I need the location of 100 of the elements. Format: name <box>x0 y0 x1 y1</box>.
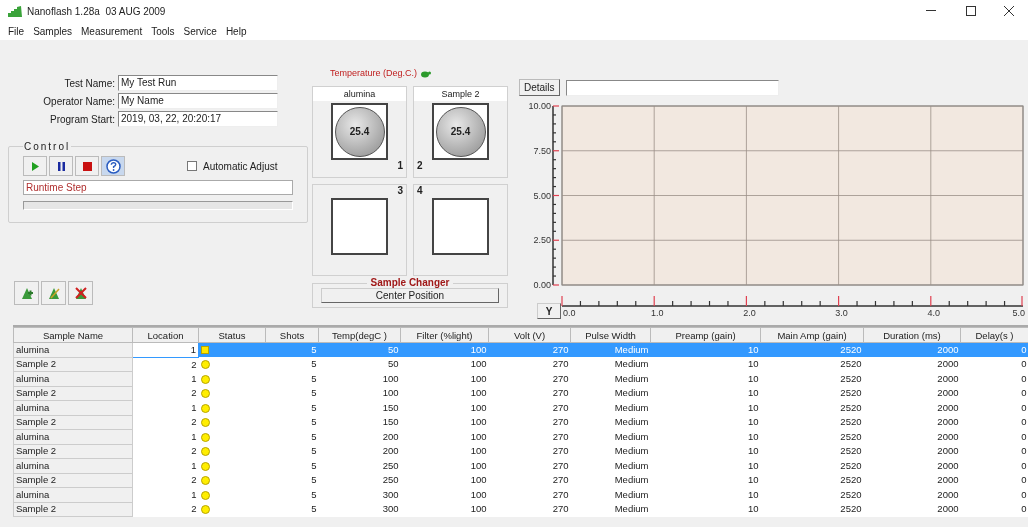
group-title: Sample Changer <box>369 278 451 288</box>
add-sample-button[interactable] <box>14 281 39 305</box>
table-cell: 2 <box>132 386 199 401</box>
status-square-icon <box>201 346 209 355</box>
table-cell: 300 <box>318 502 401 517</box>
table-cell: 0 <box>960 444 1028 459</box>
table-cell: Medium <box>570 444 651 459</box>
table-cell: 270 <box>488 415 571 430</box>
table-cell: 0 <box>960 502 1028 517</box>
stop-button[interactable] <box>75 156 99 176</box>
tick-label: 0.0 <box>563 308 576 318</box>
table-cell: 10 <box>650 415 761 430</box>
column-header[interactable]: Status <box>198 327 266 343</box>
text-field[interactable]: My Name <box>118 93 278 109</box>
table-cell: 2 <box>132 502 199 517</box>
table-cell: 0 <box>960 473 1028 488</box>
minimize-icon[interactable] <box>926 10 936 12</box>
close-icon[interactable] <box>1004 6 1014 16</box>
tile-label: Sample 2 <box>414 87 507 101</box>
table-cell: 2520 <box>760 502 864 517</box>
table-cell: 100 <box>318 386 401 401</box>
delete-sample-button[interactable] <box>68 281 93 305</box>
pause-icon <box>57 161 65 171</box>
menu-item[interactable]: Measurement <box>77 23 147 39</box>
table-cell: 100 <box>400 386 489 401</box>
window-title: Nanoflash 1.28a 03 AUG 2009 <box>27 4 166 19</box>
menu-item[interactable]: Service <box>179 23 221 39</box>
column-header[interactable]: Duration (ms) <box>863 327 961 343</box>
text-field[interactable]: My Test Run <box>118 75 278 91</box>
table-cell: 0 <box>960 357 1028 372</box>
details-field[interactable] <box>565 79 779 96</box>
table-cell: 150 <box>318 415 401 430</box>
table-cell: 10 <box>650 386 761 401</box>
column-header[interactable]: Pulse Width <box>570 327 651 343</box>
table-cell: 2520 <box>760 357 864 372</box>
menu-item[interactable]: Help <box>221 23 251 39</box>
table-cell: 5 <box>265 415 319 430</box>
details-button[interactable]: Details <box>519 79 560 96</box>
help-button[interactable] <box>101 156 125 176</box>
table-cell: 5 <box>265 386 319 401</box>
tick-label: 5.0 <box>1012 308 1025 318</box>
center-position-button[interactable]: Center Position <box>321 288 499 303</box>
table-cell: 2000 <box>863 357 961 372</box>
table-cell: 2000 <box>863 415 961 430</box>
tick-label: 4.0 <box>927 308 941 318</box>
y-button[interactable]: Y <box>537 303 561 319</box>
column-header[interactable]: Delay(s ) <box>960 327 1028 343</box>
column-header[interactable]: Temp(degC ) <box>318 327 401 343</box>
tick-label: 10.00 <box>528 101 551 111</box>
field-label: Test Name: <box>63 76 116 91</box>
position-number: 4 <box>417 185 423 196</box>
tick-label: 2.50 <box>533 235 551 246</box>
table-cell: 2520 <box>760 415 864 430</box>
text-field[interactable]: 2019, 03, 22, 20:20:17 <box>118 111 278 127</box>
table-cell: 10 <box>650 473 761 488</box>
table-cell: 2000 <box>863 502 961 517</box>
table-cell: 5 <box>265 502 319 517</box>
table-cell: 250 <box>318 473 401 488</box>
table-cell: 100 <box>400 502 489 517</box>
table-cell: 5 <box>265 473 319 488</box>
table-cell: 270 <box>488 473 571 488</box>
app-icon <box>8 5 22 17</box>
column-header[interactable]: Location <box>132 327 199 343</box>
table-cell: Medium <box>570 502 651 517</box>
position-number: 3 <box>397 185 403 196</box>
table-cell: 2000 <box>863 386 961 401</box>
menu-item[interactable]: Tools <box>147 23 179 39</box>
table-cell: 270 <box>488 444 571 459</box>
column-header[interactable]: Filter (%light) <box>400 327 489 343</box>
column-header[interactable]: Sample Name <box>13 327 133 343</box>
menu-item[interactable]: Samples <box>29 23 77 39</box>
table-cell: 270 <box>488 357 571 372</box>
position-number: 2 <box>417 160 423 171</box>
table-cell: 5 <box>265 444 319 459</box>
table-cell: Medium <box>570 473 651 488</box>
table-cell: 100 <box>400 357 489 372</box>
menu-item[interactable]: File <box>4 23 29 39</box>
play-icon <box>31 161 39 171</box>
column-header[interactable]: Shots <box>265 327 319 343</box>
tick-label: 3.0 <box>835 308 848 318</box>
table-cell: 2000 <box>863 444 961 459</box>
maximize-icon[interactable] <box>966 6 976 16</box>
tile-label: alumina <box>313 87 406 101</box>
column-header[interactable]: Preamp (gain) <box>650 327 761 343</box>
help-icon <box>105 158 121 174</box>
field-label: Program Start: <box>48 112 116 127</box>
tick-label: 5.00 <box>533 190 551 201</box>
column-header[interactable]: Volt (V) <box>488 327 571 343</box>
edit-sample-button[interactable] <box>41 281 66 305</box>
checkbox-label: Automatic Adjust <box>203 159 278 174</box>
table-cell: 270 <box>488 502 571 517</box>
table-cell: 10 <box>650 502 761 517</box>
pause-button[interactable] <box>49 156 73 176</box>
table-cell: 100 <box>400 473 489 488</box>
table-cell: 5 <box>265 357 319 372</box>
checkbox[interactable] <box>187 161 197 171</box>
table-cell: 270 <box>488 386 571 401</box>
table-cell: 50 <box>318 357 401 372</box>
stop-icon <box>82 161 92 171</box>
column-header[interactable]: Main Amp (gain) <box>760 327 864 343</box>
